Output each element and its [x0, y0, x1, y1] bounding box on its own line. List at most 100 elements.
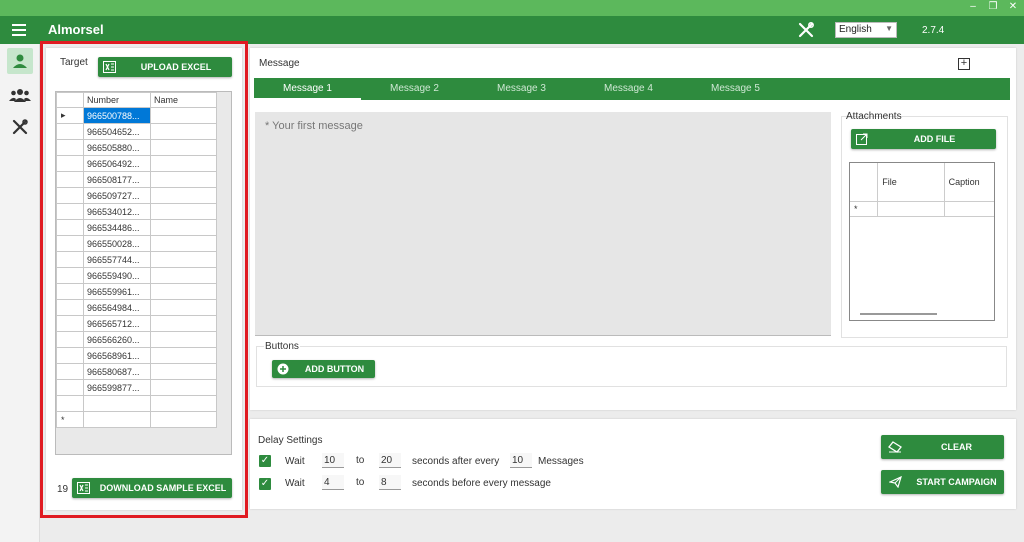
table-row[interactable]: 966509727...: [56, 187, 217, 204]
row-header[interactable]: [56, 299, 84, 316]
number-cell[interactable]: 966509727...: [83, 187, 151, 204]
row-header[interactable]: [56, 123, 84, 140]
add-file-button[interactable]: ADD FILE: [851, 129, 996, 149]
row-header[interactable]: [56, 315, 84, 332]
delay-before-min-input[interactable]: 4: [322, 475, 344, 490]
name-cell[interactable]: [150, 283, 217, 300]
sidebar-item-tools[interactable]: [7, 114, 33, 140]
table-row[interactable]: 966505880...: [56, 139, 217, 156]
name-cell[interactable]: [150, 219, 217, 236]
row-header[interactable]: [56, 251, 84, 268]
row-header[interactable]: [56, 235, 84, 252]
messages-count-input[interactable]: 10: [510, 453, 532, 468]
name-cell[interactable]: [150, 107, 217, 124]
row-header[interactable]: [56, 283, 84, 300]
table-row[interactable]: 966557744...: [56, 251, 217, 268]
number-cell[interactable]: [83, 411, 151, 428]
attachments-grid[interactable]: File Caption *: [849, 162, 995, 321]
name-cell[interactable]: [150, 347, 217, 364]
new-row-marker[interactable]: *: [56, 411, 84, 428]
column-header-file[interactable]: File: [877, 163, 945, 202]
table-row[interactable]: 966566260...: [56, 331, 217, 348]
maximize-icon[interactable]: ❐: [988, 1, 998, 12]
row-header[interactable]: [56, 395, 84, 412]
delay-after-max-input[interactable]: 20: [379, 453, 401, 468]
table-row[interactable]: 966564984...: [56, 299, 217, 316]
number-cell[interactable]: 966580687...: [83, 363, 151, 380]
number-cell[interactable]: 966566260...: [83, 331, 151, 348]
sidebar-item-single[interactable]: [7, 48, 33, 74]
name-cell[interactable]: [150, 315, 217, 332]
column-header-caption[interactable]: Caption: [943, 163, 994, 202]
number-cell[interactable]: 966564984...: [83, 299, 151, 316]
name-cell[interactable]: [150, 395, 217, 412]
column-header-name[interactable]: Name: [150, 92, 217, 108]
row-header[interactable]: [56, 363, 84, 380]
minimize-icon[interactable]: –: [968, 1, 978, 12]
table-row[interactable]: ▸ 966500788...: [56, 107, 217, 124]
attachments-new-row[interactable]: *: [850, 200, 994, 217]
name-cell[interactable]: [150, 379, 217, 396]
number-cell[interactable]: 966506492...: [83, 155, 151, 172]
name-cell[interactable]: [150, 139, 217, 156]
name-cell[interactable]: [150, 331, 217, 348]
name-cell[interactable]: [150, 251, 217, 268]
settings-tools-icon[interactable]: [796, 20, 816, 40]
number-cell[interactable]: 966565712...: [83, 315, 151, 332]
number-cell[interactable]: 966568961...: [83, 347, 151, 364]
table-row[interactable]: 966599877...: [56, 379, 217, 396]
sidebar-item-groups[interactable]: [7, 82, 33, 108]
name-cell[interactable]: [150, 235, 217, 252]
name-cell[interactable]: [150, 363, 217, 380]
row-header[interactable]: [56, 219, 84, 236]
row-header[interactable]: [56, 171, 84, 188]
new-row[interactable]: *: [56, 411, 217, 428]
name-cell[interactable]: [150, 267, 217, 284]
upload-excel-button[interactable]: UPLOAD EXCEL: [98, 57, 232, 77]
numbers-grid[interactable]: Number Name ▸ 966500788... 966504652... 966…: [55, 91, 232, 455]
table-row[interactable]: 966508177...: [56, 171, 217, 188]
table-row[interactable]: 966534012...: [56, 203, 217, 220]
number-cell[interactable]: 966534486...: [83, 219, 151, 236]
table-row[interactable]: 966550028...: [56, 235, 217, 252]
number-cell[interactable]: [83, 395, 151, 412]
number-cell[interactable]: 966550028...: [83, 235, 151, 252]
tab-message-3[interactable]: Message 3: [468, 78, 575, 100]
table-row[interactable]: 966504652...: [56, 123, 217, 140]
column-header-number[interactable]: Number: [83, 92, 151, 108]
table-row[interactable]: [56, 395, 217, 412]
hamburger-menu-icon[interactable]: [12, 24, 26, 36]
tab-message-1[interactable]: Message 1: [254, 78, 361, 100]
delay-before-checkbox[interactable]: ✓: [259, 478, 271, 490]
row-header[interactable]: ▸: [56, 107, 84, 124]
add-message-tab-button[interactable]: +: [958, 58, 970, 70]
row-header[interactable]: [56, 187, 84, 204]
attachments-scrollbar[interactable]: [860, 313, 937, 315]
row-header[interactable]: [56, 139, 84, 156]
table-row[interactable]: 966534486...: [56, 219, 217, 236]
number-cell[interactable]: 966559490...: [83, 267, 151, 284]
table-row[interactable]: 966559961...: [56, 283, 217, 300]
download-sample-excel-button[interactable]: DOWNLOAD SAMPLE EXCEL: [72, 478, 232, 498]
attachment-caption-cell[interactable]: [943, 200, 994, 217]
table-row[interactable]: 966568961...: [56, 347, 217, 364]
table-row[interactable]: 966506492...: [56, 155, 217, 172]
name-cell[interactable]: [150, 203, 217, 220]
delay-after-min-input[interactable]: 10: [322, 453, 344, 468]
clear-button[interactable]: CLEAR: [881, 435, 1004, 459]
delay-before-max-input[interactable]: 8: [379, 475, 401, 490]
name-cell[interactable]: [150, 171, 217, 188]
table-row[interactable]: 966565712...: [56, 315, 217, 332]
delay-after-checkbox[interactable]: ✓: [259, 455, 271, 467]
table-row[interactable]: 966559490...: [56, 267, 217, 284]
number-cell[interactable]: 966504652...: [83, 123, 151, 140]
language-select[interactable]: English ▼: [835, 22, 897, 38]
close-icon[interactable]: ✕: [1008, 1, 1018, 12]
number-cell[interactable]: 966534012...: [83, 203, 151, 220]
row-header[interactable]: [56, 379, 84, 396]
name-cell[interactable]: [150, 187, 217, 204]
row-header[interactable]: [56, 203, 84, 220]
row-header[interactable]: [56, 155, 84, 172]
row-header[interactable]: [56, 347, 84, 364]
table-row[interactable]: 966580687...: [56, 363, 217, 380]
